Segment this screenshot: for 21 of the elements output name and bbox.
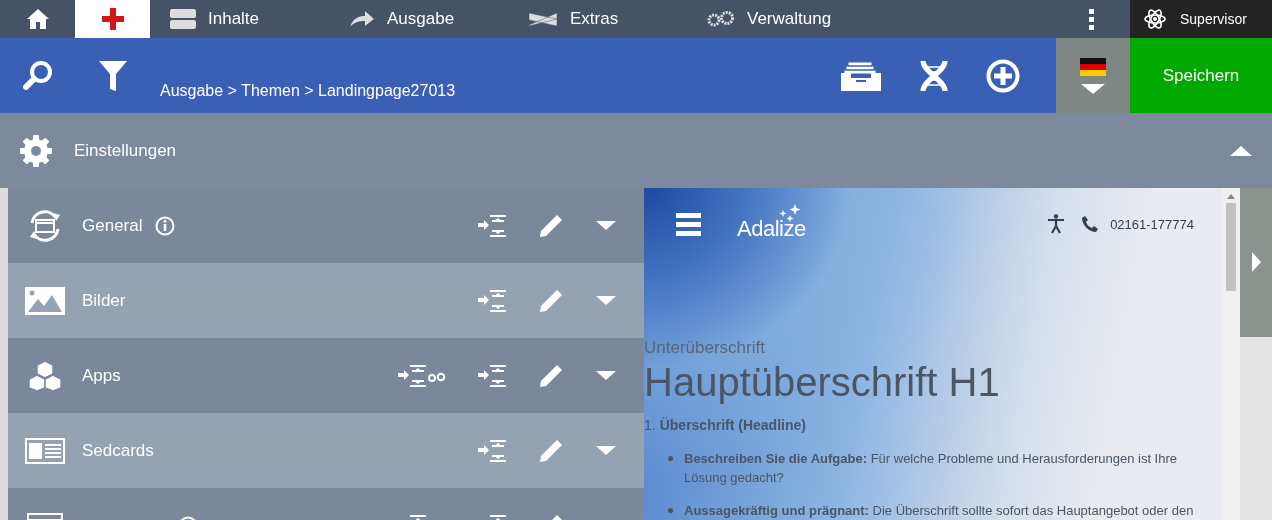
- nav-tab[interactable]: Extras: [508, 0, 687, 38]
- row-label: General: [82, 215, 143, 236]
- bullet-text: Aussagekräftig und prägnant: Die Überschrift sollte sofort das Hauptangebot oder den: [684, 502, 1195, 520]
- phone-number: 02161-177774: [1110, 216, 1194, 232]
- settings-row[interactable]: General: [8, 188, 644, 263]
- user-menu[interactable]: Supervisor: [1130, 0, 1272, 38]
- heading: Hauptüberschrift H1: [644, 360, 1001, 405]
- breadcrumb: Ausgabe > Themen > Landingpage27013: [160, 82, 456, 100]
- bullet-text: Beschreiben Sie die Aufgabe: Für welche Probleme und Herausforderungen ist Ihre Lösung gedacht?: [684, 450, 1178, 487]
- nav-tab[interactable]: Verwaltung: [687, 0, 866, 38]
- settings-row[interactable]: Apps: [8, 338, 644, 413]
- section-title: Einstellungen: [74, 140, 177, 161]
- nav-tab[interactable]: Ausgabe: [329, 0, 508, 38]
- row-label: Bilder: [82, 290, 126, 311]
- subheading: Unterüberschrift: [644, 338, 766, 358]
- row-label: Sedcards: [82, 440, 154, 461]
- row-label: Apps: [82, 365, 121, 386]
- section-number: 1.: [644, 417, 656, 433]
- nav-tab[interactable]: Inhalte: [150, 0, 329, 38]
- section-heading: Überschrift (Headline): [659, 417, 806, 433]
- logo: Adalize: [737, 216, 806, 241]
